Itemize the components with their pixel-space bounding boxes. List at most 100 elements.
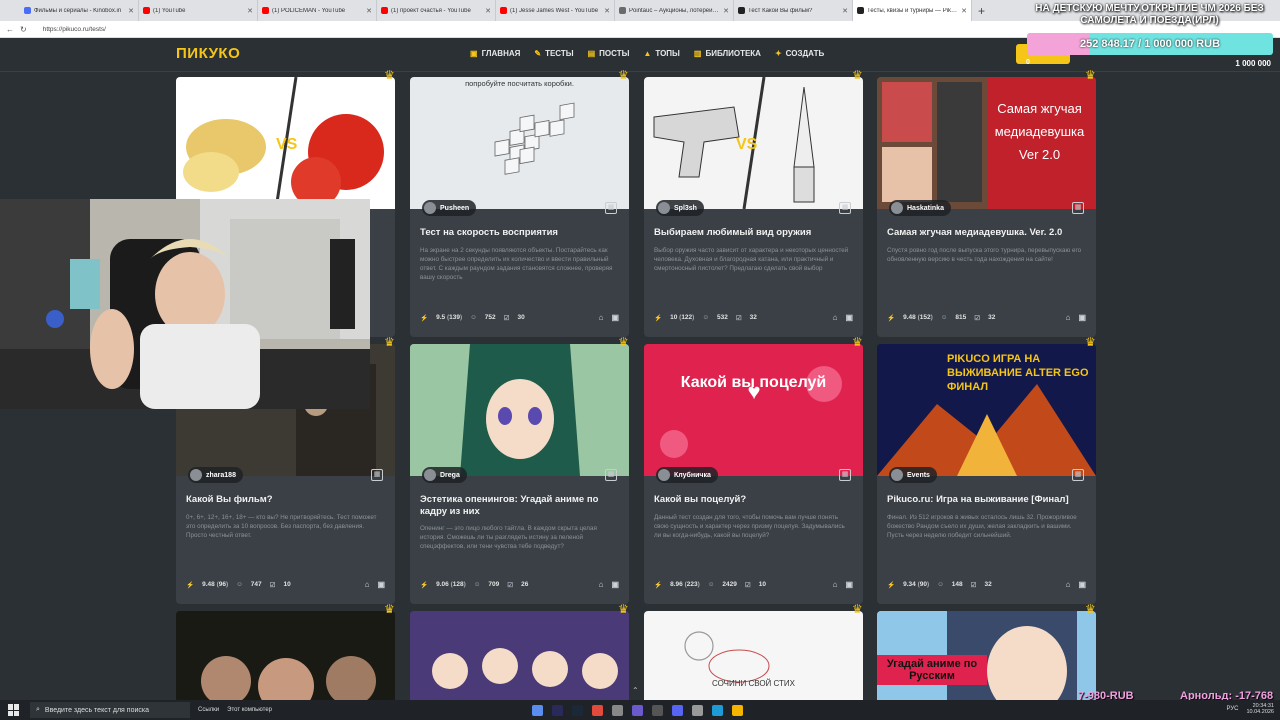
chrome-icon[interactable]	[732, 704, 743, 716]
url-field[interactable]: https://pikuco.ru/tests/	[43, 26, 106, 33]
share-icon[interactable]: ⌂	[1066, 313, 1071, 322]
test-thumbnail[interactable]	[410, 344, 629, 476]
share-icon[interactable]: ⌂	[833, 580, 838, 589]
browser-tab[interactable]: Фильмы и сериалы - Kinobox.in ✕	[20, 0, 139, 21]
close-icon[interactable]: ✕	[961, 7, 967, 15]
premiere-icon[interactable]	[552, 704, 563, 716]
stats-icon[interactable]: ▦	[605, 469, 617, 481]
windows-start-icon[interactable]	[8, 704, 20, 716]
test-card[interactable]: VS Spl3sh ▦ Выбираем любимый вид оружия Выбо…	[644, 77, 863, 337]
author-chip[interactable]: Spl3sh	[656, 200, 704, 216]
obs-icon[interactable]	[692, 704, 703, 716]
players: 148	[951, 581, 963, 588]
app-icon[interactable]	[592, 704, 603, 716]
stats-icon[interactable]: ▦	[1072, 202, 1084, 214]
browser-tab[interactable]: (1) POLICEMAN - YouTube ✕	[258, 0, 377, 21]
close-icon[interactable]: ✕	[247, 7, 253, 15]
browser-tab[interactable]: Тест Какой Вы фильм? ✕	[734, 0, 853, 21]
test-card[interactable]: Самая жгучая медиадевушка Ver 2.0 Haskati…	[877, 77, 1096, 337]
site-logo[interactable]: ПИКУКО	[176, 45, 240, 62]
bookmark-icon[interactable]: ▣	[845, 580, 853, 589]
test-card[interactable]: Drega ▦ Эстетика опенингов: Угадай аниме п…	[410, 344, 629, 604]
edge-icon[interactable]	[712, 704, 723, 716]
test-description: Выбор оружия часто зависит от характера …	[654, 247, 849, 272]
nav-item[interactable]: ▣ ГЛАВНАЯ	[470, 49, 520, 58]
browser-tab[interactable]: (1) Jesse James West - YouTube ✕	[496, 0, 615, 21]
create-icon: ✦	[774, 49, 782, 58]
taskbar-computer[interactable]: Этот компьютер	[227, 707, 272, 713]
settings-icon[interactable]	[612, 704, 623, 716]
close-icon[interactable]: ✕	[842, 7, 848, 15]
close-icon[interactable]: ✕	[604, 7, 610, 15]
nav-item[interactable]: ▲ ТОПЫ	[643, 49, 679, 58]
test-card[interactable]: ♥ Какой вы поцелуй Клубничка ▦ Какой вы поце…	[644, 344, 863, 604]
browser-tab[interactable]: (1) проект счастья - YouTube ✕	[377, 0, 496, 21]
test-thumbnail[interactable]: ♥	[644, 344, 863, 476]
bookmark-icon[interactable]: ▣	[611, 313, 619, 322]
test-title[interactable]: Тест на скорость восприятия	[420, 227, 619, 239]
test-stats: ⚡ 10 (122) ☺ 532 ☑ 32 ⌂ ▣	[654, 313, 853, 322]
nav-item[interactable]: ▤ ПОСТЫ	[588, 49, 630, 58]
stats-icon[interactable]: ▦	[1072, 469, 1084, 481]
share-icon[interactable]: ⌂	[599, 580, 604, 589]
author-chip[interactable]: Drega	[422, 467, 467, 483]
browser-tab[interactable]: (1) YouTube ✕	[139, 0, 258, 21]
discord-icon[interactable]	[672, 704, 683, 716]
share-icon[interactable]: ⌂	[833, 313, 838, 322]
browser-tab[interactable]: Pointauc – Аукционы, лотереи и ... ✕	[615, 0, 734, 21]
test-title[interactable]: Какой вы поцелуй?	[654, 494, 853, 506]
test-title[interactable]: Эстетика опенингов: Угадай аниме по кадр…	[420, 494, 619, 518]
close-icon[interactable]: ✕	[723, 7, 729, 15]
test-title[interactable]: Какой Вы фильм?	[186, 494, 385, 506]
stats-icon[interactable]: ▦	[839, 469, 851, 481]
share-icon[interactable]: ⌂	[365, 580, 370, 589]
bookmark-icon[interactable]: ▣	[377, 580, 385, 589]
share-icon[interactable]: ⌂	[599, 313, 604, 322]
close-icon[interactable]: ✕	[366, 7, 372, 15]
questions-icon: ☑	[744, 581, 751, 589]
new-tab-button[interactable]: +	[972, 4, 985, 18]
task-view-icon[interactable]	[532, 704, 543, 716]
test-card[interactable]: попробуйте посчитать коробки. Pusheen ▦ Тес…	[410, 77, 629, 337]
nav-item[interactable]: ✦ СОЗДАТЬ	[775, 49, 824, 58]
files-icon[interactable]	[652, 704, 663, 716]
test-title[interactable]: Pikuco.ru: Игра на выживание [Финал]	[887, 494, 1086, 506]
test-thumbnail[interactable]: VS	[644, 77, 863, 209]
bookmark-icon[interactable]: ▣	[1078, 313, 1086, 322]
author-chip[interactable]: zhara188	[188, 467, 243, 483]
author-chip[interactable]: Pusheen	[422, 200, 477, 216]
author-name: Pusheen	[440, 204, 470, 212]
back-icon[interactable]: ←	[6, 25, 14, 34]
close-icon[interactable]: ✕	[485, 7, 491, 15]
steam-icon[interactable]	[572, 704, 583, 716]
browser-tab[interactable]: Тесты, квизы и турниры — Piku... ✕	[853, 0, 972, 21]
test-card[interactable]: PIKUCO ИГРА НА ВЫЖИВАНИЕ ALTER EGO ФИНАЛ…	[877, 344, 1096, 604]
vpn-icon[interactable]	[632, 704, 643, 716]
test-title[interactable]: Выбираем любимый вид оружия	[654, 227, 853, 239]
taskbar-search-input: Введите здесь текст для поиска	[44, 706, 149, 714]
test-stats: ⚡ 8.96 (223) ☺ 2429 ☑ 10 ⌂ ▣	[654, 580, 853, 589]
bookmark-icon[interactable]: ▣	[611, 580, 619, 589]
taskbar-search[interactable]: ⌕ Введите здесь текст для поиска	[30, 702, 190, 718]
taskbar-links[interactable]: Ссылки	[198, 707, 219, 713]
clock[interactable]: 20:34:31 10.04.2026	[1246, 703, 1274, 715]
author-chip[interactable]: Клубничка	[656, 467, 718, 483]
close-icon[interactable]: ✕	[128, 7, 134, 15]
votes: 122	[681, 314, 693, 321]
stats-icon[interactable]: ▦	[605, 202, 617, 214]
bookmark-icon[interactable]: ▣	[1078, 580, 1086, 589]
test-thumbnail[interactable]: VS	[176, 77, 395, 209]
refresh-icon[interactable]: ↻	[20, 25, 27, 34]
nav-item[interactable]: ▥ БИБЛИОТЕКА	[694, 49, 761, 58]
author-chip[interactable]: Events	[889, 467, 937, 483]
nav-item[interactable]: ✎ ТЕСТЫ	[534, 49, 573, 58]
test-title[interactable]: Самая жгучая медиадевушка. Ver. 2.0	[887, 227, 1086, 239]
bookmark-icon[interactable]: ▣	[845, 313, 853, 322]
stats-icon[interactable]: ▦	[839, 202, 851, 214]
test-thumbnail[interactable]	[410, 77, 629, 209]
stats-icon[interactable]: ▦	[371, 469, 383, 481]
chevron-up-icon[interactable]: ⌃	[632, 686, 639, 695]
share-icon[interactable]: ⌂	[1066, 580, 1071, 589]
language-indicator[interactable]: РУС	[1226, 706, 1238, 712]
author-chip[interactable]: Haskatinka	[889, 200, 951, 216]
